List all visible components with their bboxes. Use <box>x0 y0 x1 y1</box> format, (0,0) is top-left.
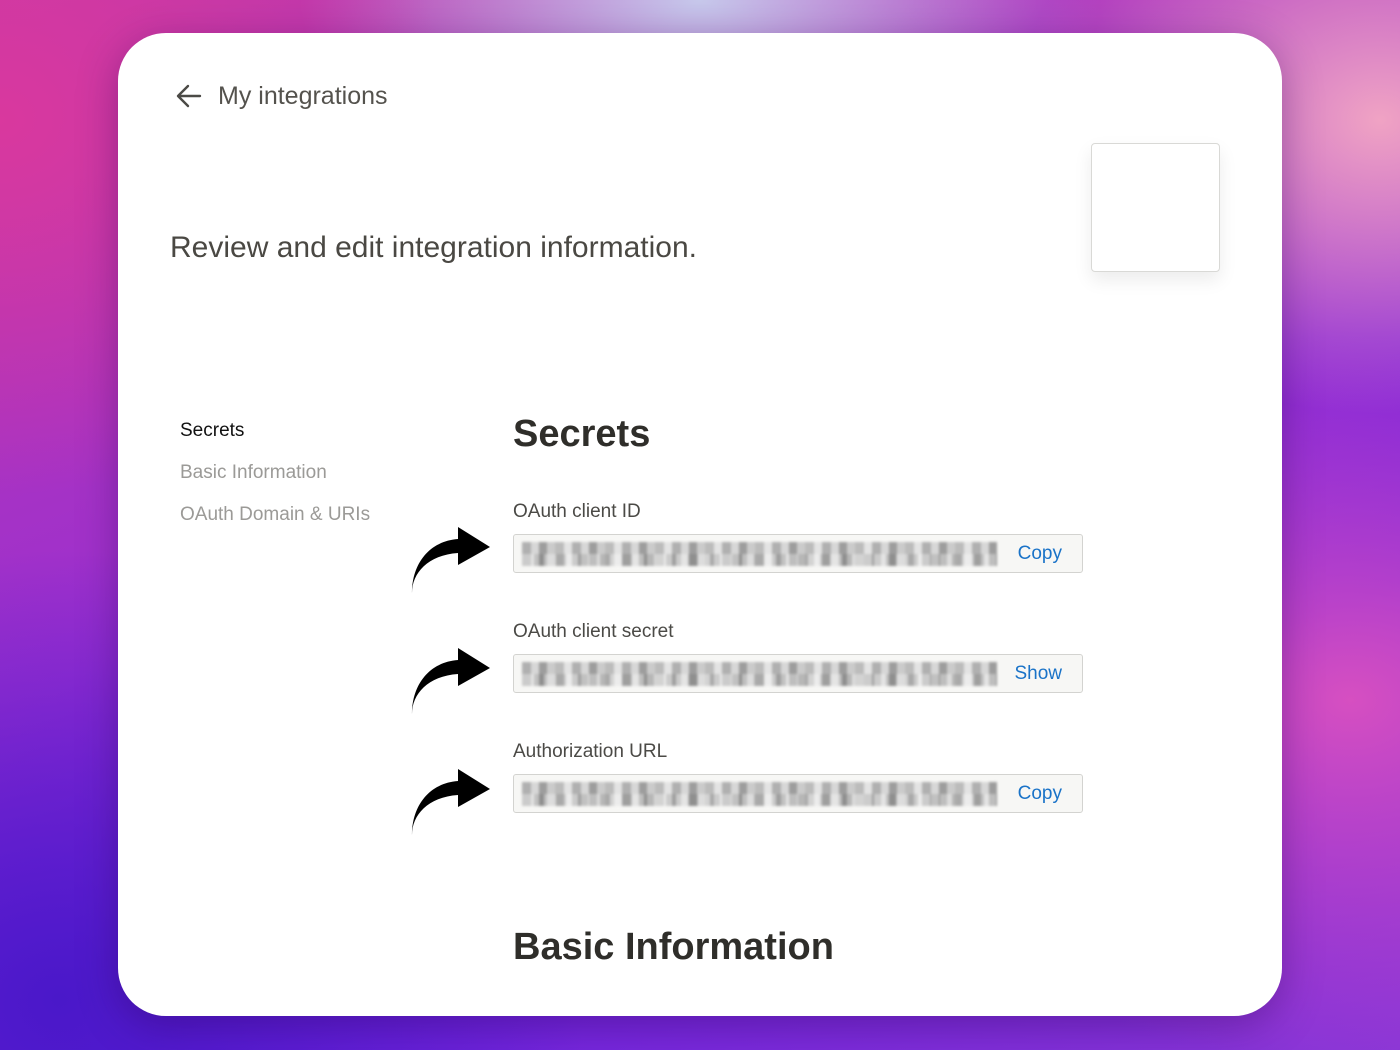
nav-item-secrets[interactable]: Secrets <box>180 419 370 442</box>
masked-value <box>522 542 997 566</box>
back-link-label: My integrations <box>218 81 388 110</box>
integration-settings-card: My integrations Review and edit integrat… <box>118 33 1282 1016</box>
oauth-client-id-label: OAuth client ID <box>513 501 641 522</box>
masked-value <box>522 782 997 806</box>
oauth-client-secret-field[interactable]: Show <box>513 654 1083 693</box>
nav-item-basic-information[interactable]: Basic Information <box>180 461 370 484</box>
masked-value <box>522 662 997 686</box>
curved-arrow-right-icon <box>412 648 490 714</box>
oauth-client-id-field[interactable]: Copy <box>513 534 1083 573</box>
nav-item-oauth-domain-uris[interactable]: OAuth Domain & URIs <box>180 503 370 526</box>
show-client-secret-button[interactable]: Show <box>1014 663 1062 685</box>
integration-logo-placeholder[interactable] <box>1091 143 1220 272</box>
oauth-client-secret-label: OAuth client secret <box>513 621 674 642</box>
curved-arrow-right-icon <box>412 527 490 593</box>
copy-client-id-button[interactable]: Copy <box>1018 543 1062 565</box>
back-to-integrations-link[interactable]: My integrations <box>174 81 388 111</box>
curved-arrow-right-icon <box>412 769 490 835</box>
copy-authorization-url-button[interactable]: Copy <box>1018 783 1062 805</box>
authorization-url-field[interactable]: Copy <box>513 774 1083 813</box>
section-nav: Secrets Basic Information OAuth Domain &… <box>180 419 370 526</box>
page-subtitle: Review and edit integration information. <box>170 231 697 264</box>
secrets-heading: Secrets <box>513 413 651 455</box>
authorization-url-label: Authorization URL <box>513 741 668 762</box>
arrow-left-icon <box>176 84 202 108</box>
basic-information-heading: Basic Information <box>513 926 834 968</box>
